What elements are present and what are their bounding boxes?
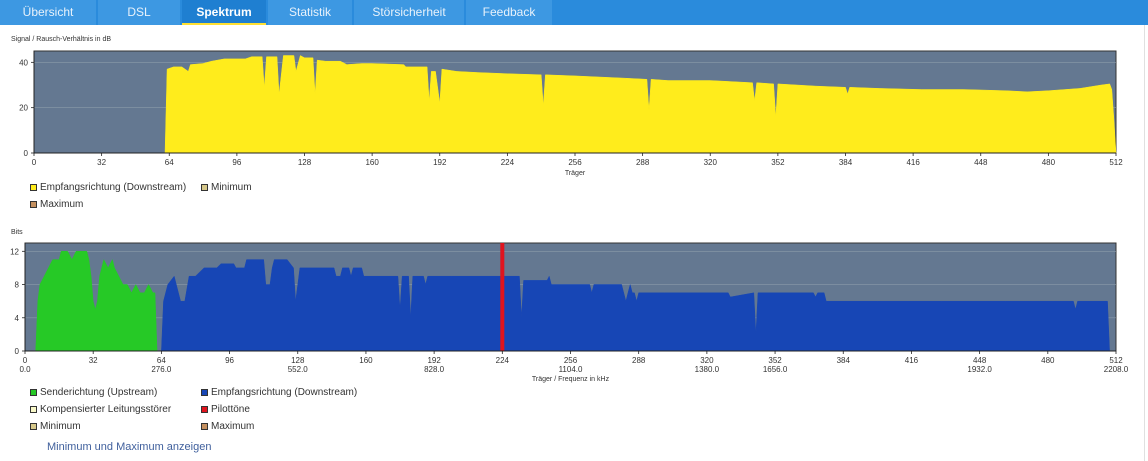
x-tick-label: 1656.0 bbox=[763, 365, 788, 374]
legend-swatch bbox=[30, 423, 37, 430]
x-tick-label: 416 bbox=[906, 158, 920, 167]
x-tick-label: 96 bbox=[225, 356, 234, 365]
pilot-tone-mark bbox=[500, 243, 505, 351]
x-tick-label: 352 bbox=[771, 158, 785, 167]
x-tick-label: 0.0 bbox=[19, 365, 31, 374]
legend-swatch bbox=[30, 389, 37, 396]
x-tick-label: 552.0 bbox=[288, 365, 309, 374]
legend-swatch bbox=[201, 389, 208, 396]
x-tick-label: 320 bbox=[704, 158, 718, 167]
legend-label: Minimum bbox=[211, 182, 252, 193]
x-tick-label: 352 bbox=[768, 356, 782, 365]
legend-swatch bbox=[30, 184, 37, 191]
legend-label: Pilottöne bbox=[211, 404, 250, 415]
x-tick-label: 224 bbox=[501, 158, 515, 167]
x-tick-label: 512 bbox=[1109, 356, 1123, 365]
x-tick-label: 96 bbox=[232, 158, 241, 167]
legend-snr-downstream[interactable]: Empfangsrichtung (Downstream) bbox=[30, 182, 186, 193]
legend-bits-minimum[interactable]: Minimum bbox=[30, 421, 81, 432]
x-tick-label: 256 bbox=[568, 158, 582, 167]
x-tick-label: 160 bbox=[365, 158, 379, 167]
tab-label: Spektrum bbox=[196, 5, 252, 19]
legend-bits-downstream[interactable]: Empfangsrichtung (Downstream) bbox=[201, 387, 357, 398]
x-tick-label: 256 bbox=[564, 356, 578, 365]
x-tick-label: 288 bbox=[632, 356, 646, 365]
x-tick-label: 0 bbox=[32, 158, 37, 167]
tab-label: Feedback bbox=[482, 5, 536, 19]
y-tick-label: 20 bbox=[19, 104, 28, 113]
bits-chart: 0481200.032 64276.096 128552.0160 192828.02… bbox=[10, 242, 1129, 383]
tab-label: Statistik bbox=[288, 5, 331, 19]
legend-bits-pilot[interactable]: Pilottöne bbox=[201, 404, 250, 415]
x-tick-label: 128 bbox=[298, 158, 312, 167]
x-tick-label: 320 bbox=[700, 356, 714, 365]
tab-dsl[interactable]: DSL bbox=[98, 0, 180, 25]
legend-swatch bbox=[30, 406, 37, 413]
x-tick-label: 384 bbox=[837, 356, 851, 365]
tab-label: DSL bbox=[127, 5, 151, 19]
x-axis-label: Träger / Frequenz in kHz bbox=[532, 376, 610, 383]
legend-label: Minimum bbox=[40, 421, 81, 432]
x-tick-label: 288 bbox=[636, 158, 650, 167]
x-tick-label: 32 bbox=[89, 356, 98, 365]
snr-chart-title: Signal / Rausch-Verhältnis in dB bbox=[11, 36, 111, 43]
x-tick-label: 192 bbox=[427, 356, 441, 365]
x-tick-label: 480 bbox=[1042, 158, 1056, 167]
x-tick-label: 448 bbox=[973, 356, 987, 365]
x-tick-label: 448 bbox=[974, 158, 988, 167]
tab-feedback[interactable]: Feedback bbox=[466, 0, 552, 25]
x-tick-label: 32 bbox=[97, 158, 106, 167]
y-tick-label: 0 bbox=[15, 347, 20, 356]
x-tick-label: 192 bbox=[433, 158, 447, 167]
x-tick-label: 512 bbox=[1109, 158, 1123, 167]
x-tick-label: 1104.0 bbox=[559, 365, 583, 374]
x-tick-label: 276.0 bbox=[151, 365, 172, 374]
legend-swatch bbox=[201, 406, 208, 413]
legend-snr-minimum[interactable]: Minimum bbox=[201, 182, 252, 193]
x-tick-label: 480 bbox=[1041, 356, 1055, 365]
y-tick-label: 12 bbox=[10, 247, 19, 256]
y-tick-label: 0 bbox=[24, 149, 29, 158]
legend-label: Kompensierter Leitungsstörer bbox=[40, 404, 172, 415]
tab-active-underline bbox=[182, 23, 266, 25]
x-tick-label: 224 bbox=[496, 356, 510, 365]
x-axis-label: Träger bbox=[565, 170, 586, 177]
legend-swatch bbox=[201, 184, 208, 191]
legend-label: Maximum bbox=[40, 199, 84, 210]
y-tick-label: 8 bbox=[15, 281, 20, 290]
y-tick-label: 40 bbox=[19, 58, 28, 67]
y-tick-label: 4 bbox=[15, 314, 20, 323]
x-tick-label: 416 bbox=[905, 356, 919, 365]
x-tick-label: 2208.0 bbox=[1104, 365, 1129, 374]
legend-swatch bbox=[201, 423, 208, 430]
legend-bits-compensated[interactable]: Kompensierter Leitungsstörer bbox=[30, 404, 171, 415]
x-tick-label: 64 bbox=[157, 356, 166, 365]
tab-label: Übersicht bbox=[22, 5, 74, 19]
legend-label: Empfangsrichtung (Downstream) bbox=[211, 387, 358, 398]
legend-swatch bbox=[30, 201, 37, 208]
legend-bits-upstream[interactable]: Senderichtung (Upstream) bbox=[30, 387, 157, 398]
legend-bits-maximum[interactable]: Maximum bbox=[201, 421, 254, 432]
legend-snr-maximum[interactable]: Maximum bbox=[30, 199, 83, 210]
snr-chart: 0 20 40 0 32 64 96 128 160 192 224 256 288 320 352 384 4… bbox=[19, 50, 1123, 177]
bits-chart-title: Bits bbox=[11, 229, 23, 236]
tab-spektrum[interactable]: Spektrum bbox=[182, 0, 266, 25]
x-tick-label: 0 bbox=[23, 356, 28, 365]
x-tick-label: 160 bbox=[359, 356, 373, 365]
x-tick-label: 828.0 bbox=[424, 365, 445, 374]
legend-label: Senderichtung (Upstream) bbox=[40, 387, 158, 398]
tab-statistik[interactable]: Statistik bbox=[268, 0, 352, 25]
tab-stoersicherheit[interactable]: Störsicherheit bbox=[354, 0, 464, 25]
x-tick-label: 1932.0 bbox=[967, 365, 992, 374]
x-tick-label: 128 bbox=[291, 356, 305, 365]
legend-label: Maximum bbox=[211, 421, 255, 432]
x-tick-label: 1380.0 bbox=[695, 365, 720, 374]
x-tick-label: 64 bbox=[165, 158, 174, 167]
tab-uebersicht[interactable]: Übersicht bbox=[0, 0, 96, 25]
x-tick-label: 384 bbox=[839, 158, 853, 167]
tab-label: Störsicherheit bbox=[372, 5, 446, 19]
legend-label: Empfangsrichtung (Downstream) bbox=[40, 182, 187, 193]
show-minmax-link[interactable]: Minimum und Maximum anzeigen bbox=[47, 441, 211, 453]
